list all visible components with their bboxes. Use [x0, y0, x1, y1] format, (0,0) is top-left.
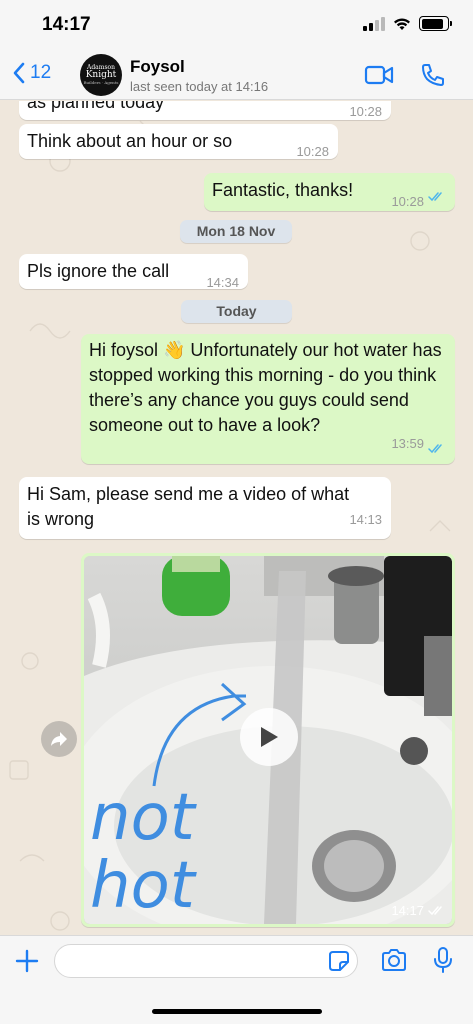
- chevron-left-icon: [13, 62, 25, 84]
- message-time: 14:17: [391, 903, 424, 918]
- message-time: 13:59: [391, 436, 424, 451]
- battery-icon: [419, 16, 452, 31]
- message-bubble-incoming[interactable]: as planned today 10:28: [19, 101, 391, 120]
- status-bar: 14:17: [0, 0, 473, 50]
- message-bubble-outgoing[interactable]: Hi foysol 👋 Unfortunately our hot water …: [81, 334, 455, 464]
- camera-icon[interactable]: [380, 948, 408, 972]
- chat-header: 12 Adamson Knight Builders · Agents Foys…: [0, 50, 473, 100]
- unread-count: 12: [30, 62, 52, 83]
- battery-level: [421, 18, 443, 29]
- message-text: Hi Sam, please send me a video of what i…: [27, 484, 350, 529]
- message-bubble-outgoing[interactable]: Fantastic, thanks! 10:28: [204, 173, 455, 211]
- message-time: 14:34: [206, 275, 239, 290]
- message-text: as planned today: [27, 101, 165, 112]
- message-time: 10:28: [349, 104, 382, 119]
- video-handwriting: not hot: [90, 781, 195, 923]
- avatar[interactable]: Adamson Knight Builders · Agents: [80, 54, 122, 96]
- forward-arrow-icon: [51, 732, 67, 746]
- microphone-icon[interactable]: [433, 946, 453, 974]
- wifi-icon: [394, 17, 410, 30]
- last-seen: last seen today at 14:16: [130, 79, 269, 94]
- forward-button[interactable]: [41, 721, 77, 757]
- video-message[interactable]: not hot 14:17: [81, 553, 455, 927]
- message-text: Fantastic, thanks!: [212, 180, 354, 200]
- back-button[interactable]: 12: [12, 62, 51, 84]
- delivered-ticks-icon: [428, 906, 442, 916]
- status-time: 14:17: [42, 14, 91, 35]
- message-text: Hi foysol 👋 Unfortunately our hot water …: [89, 340, 442, 435]
- signal-icon: [363, 16, 385, 31]
- avatar-line-3: Builders · Agents: [83, 80, 119, 85]
- home-indicator[interactable]: [152, 1009, 322, 1014]
- message-bubble-incoming[interactable]: Pls ignore the call 14:34: [19, 254, 248, 290]
- message-bubble-incoming[interactable]: Hi Sam, please send me a video of what i…: [19, 477, 391, 539]
- video-call-icon[interactable]: [364, 64, 394, 86]
- read-ticks-icon: [428, 444, 442, 454]
- sticker-icon[interactable]: [328, 950, 350, 972]
- avatar-line-2: Knight: [85, 70, 117, 80]
- message-bubble-incoming[interactable]: Think about an hour or so 10:28: [19, 124, 338, 159]
- message-time: 10:28: [391, 194, 424, 209]
- message-time: 14:13: [349, 512, 382, 527]
- phone-icon[interactable]: [420, 62, 446, 88]
- read-ticks-icon: [428, 192, 442, 202]
- play-button[interactable]: [240, 708, 298, 766]
- message-composer: [0, 935, 473, 1024]
- chat-area[interactable]: as planned today 10:28 Think about an ho…: [0, 101, 473, 935]
- message-input[interactable]: [54, 944, 358, 978]
- date-separator: Mon 18 Nov: [180, 220, 292, 243]
- message-time: 10:28: [296, 144, 329, 159]
- play-icon: [261, 727, 278, 747]
- message-text: Pls ignore the call: [27, 261, 170, 281]
- plus-icon[interactable]: [14, 948, 40, 974]
- date-separator: Today: [181, 300, 292, 323]
- status-icons: [363, 16, 452, 31]
- contact-name[interactable]: Foysol: [130, 57, 185, 77]
- video-thumbnail[interactable]: not hot 14:17: [84, 556, 452, 924]
- message-text: Think about an hour or so: [27, 131, 233, 151]
